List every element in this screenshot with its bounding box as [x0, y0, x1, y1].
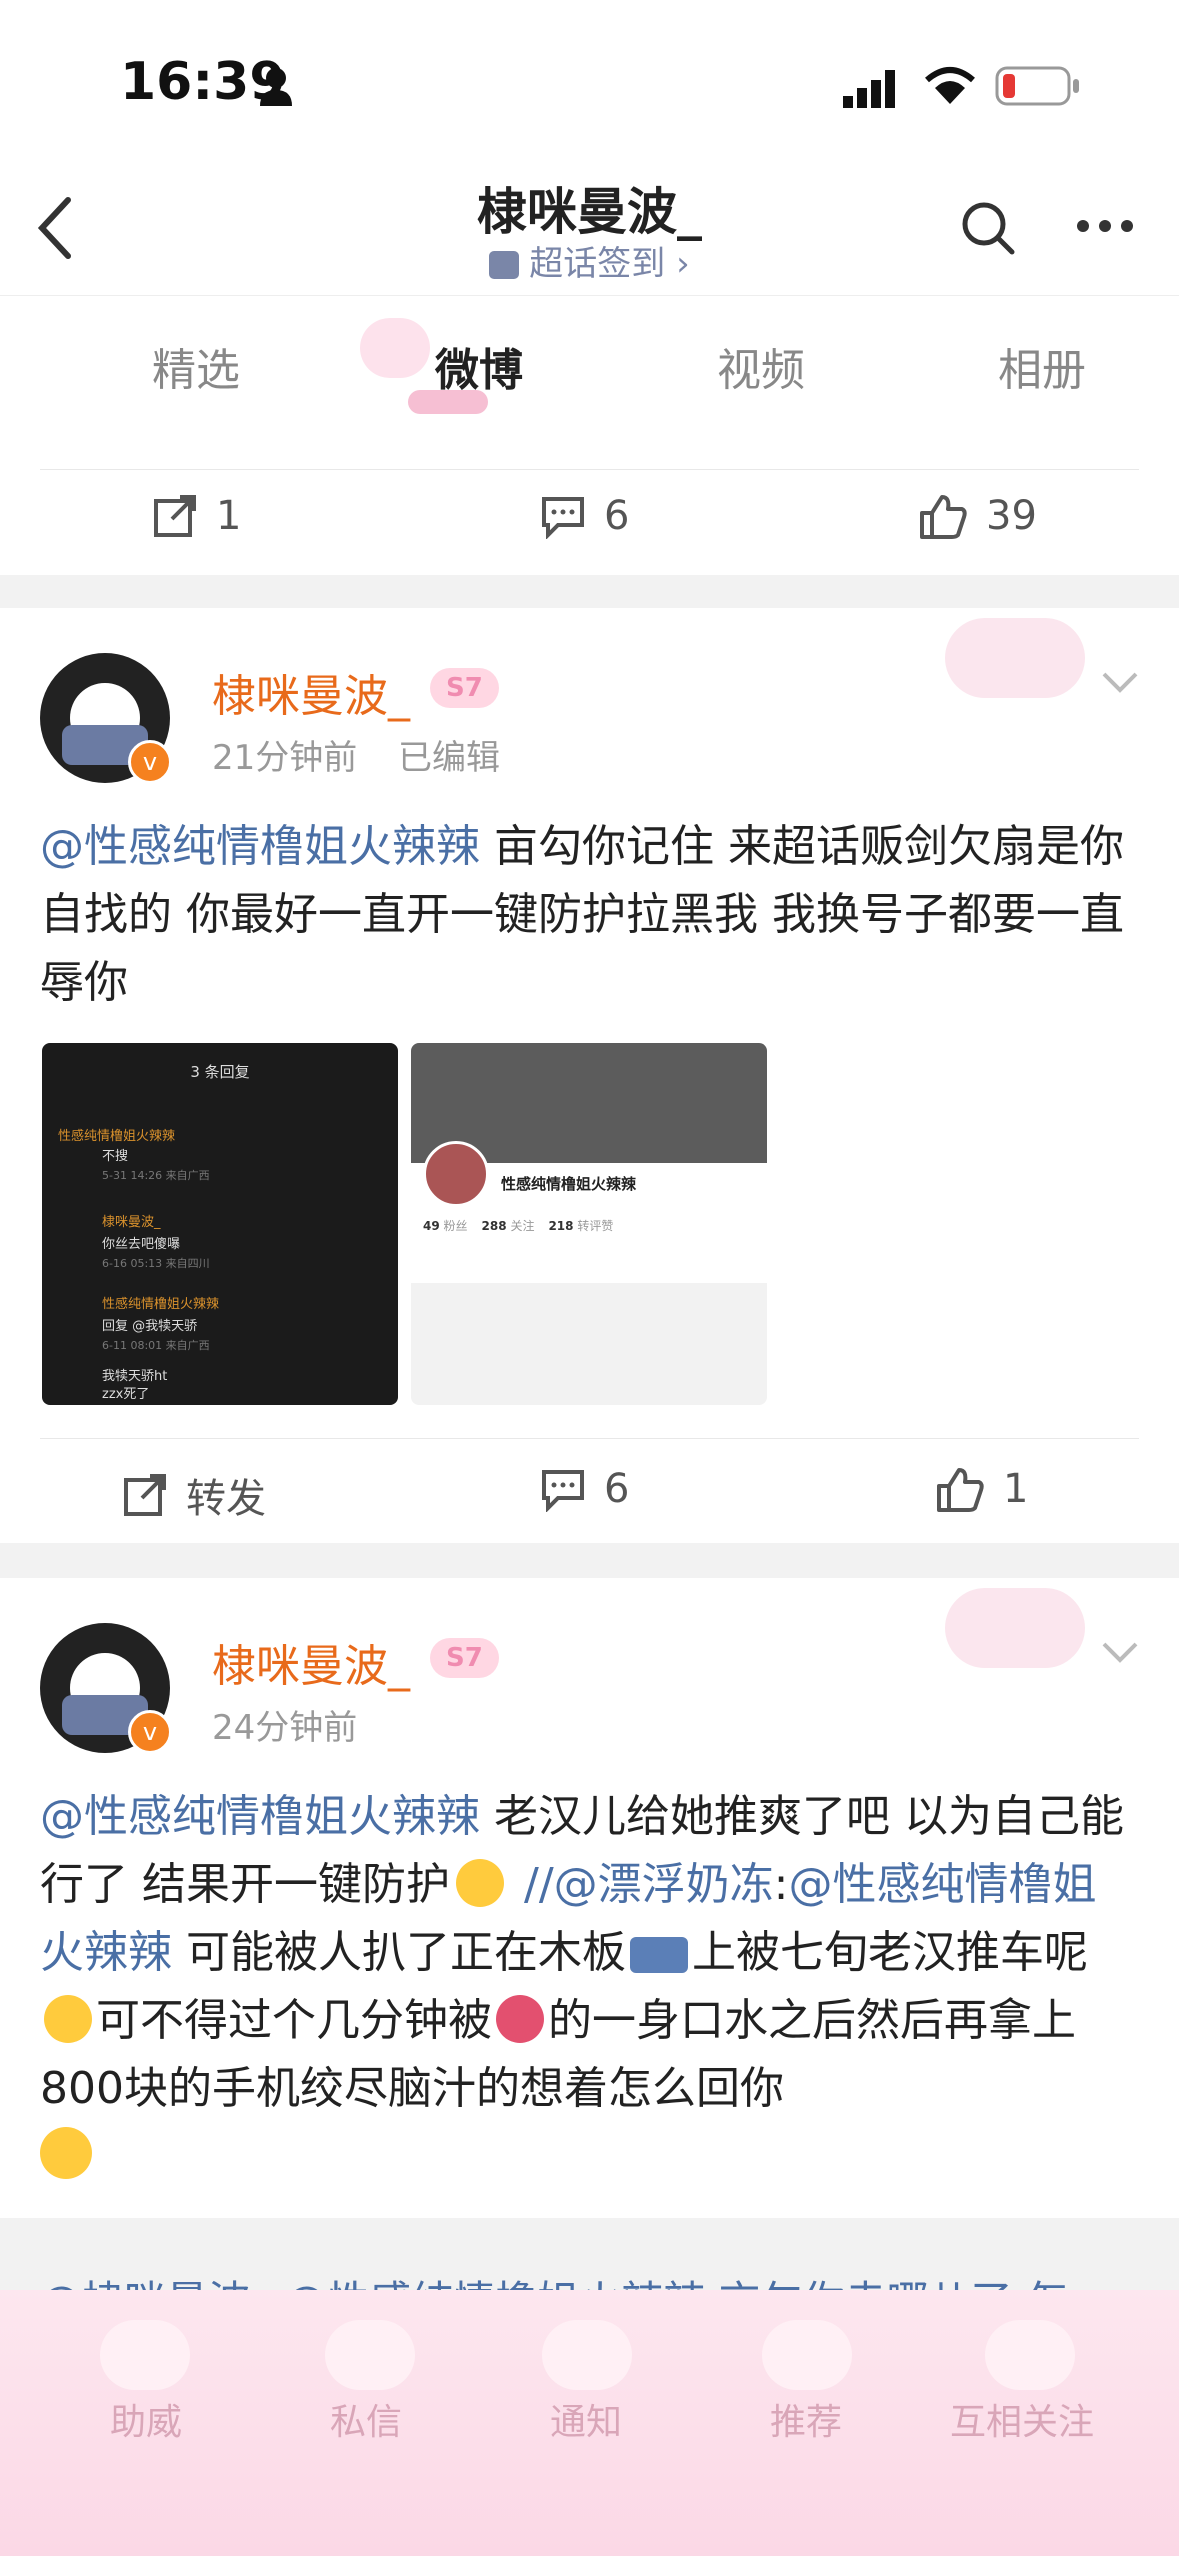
post-text: @性感纯情橹姐火辣辣 亩勾你记住 来超话贩剑欠扇是你自找的 你最好一直开一键防护… — [40, 813, 1140, 1017]
thumbs-up-icon — [937, 1468, 984, 1512]
reply-name: 我犊天骄ht — [102, 1369, 168, 1384]
comment-icon — [542, 1470, 584, 1512]
profile-stat: 49 粉丝 — [423, 1217, 468, 1234]
bunny-icon — [100, 2320, 190, 2390]
bottom-tab-recommend[interactable]: 推荐 — [770, 2393, 842, 2445]
level-badge: S7 — [430, 668, 499, 708]
grin-emoji-icon — [40, 2127, 92, 2179]
post-body: 上被七旬老汉推车呢 — [692, 1927, 1088, 1978]
battery-icon — [995, 66, 1079, 106]
post-time: 21分钟前 — [212, 738, 358, 778]
like-count: 1 — [1003, 1466, 1029, 1512]
stat-label: 粉丝 — [443, 1219, 468, 1233]
bunny-icon — [985, 2320, 1075, 2390]
more-icon[interactable] — [1075, 218, 1135, 234]
share-icon — [124, 1474, 166, 1516]
bear-sticker-icon — [945, 618, 1085, 698]
bed-emoji-icon — [630, 1937, 688, 1973]
reply-name: 性感纯情橹姐火辣辣 — [58, 1129, 176, 1144]
tab-album[interactable]: 相册 — [998, 334, 1086, 398]
search-icon[interactable] — [960, 200, 1016, 256]
like-count: 39 — [986, 493, 1037, 539]
verified-badge-icon: v — [128, 1710, 172, 1754]
like-button[interactable]: 1 — [935, 1466, 1028, 1512]
post-card: v 棣咪曼波_ S7 21分钟前 已编辑 @性感纯情橹姐火辣辣 亩勾你记住 来超… — [0, 608, 1179, 1543]
post-body: 可不得过个几分钟被 — [96, 1995, 492, 2046]
bottom-tab-messages[interactable]: 私信 — [330, 2393, 402, 2445]
comment-button[interactable]: 6 — [540, 1466, 629, 1512]
bottom-tab-notifications[interactable]: 通知 — [550, 2393, 622, 2445]
reply-text: 回复 @我犊天骄 — [102, 1319, 198, 1334]
thumbs-up-icon — [920, 495, 967, 539]
tab-featured[interactable]: 精选 — [152, 334, 240, 398]
post-card: v 棣咪曼波_ S7 24分钟前 @性感纯情橹姐火辣辣 老汉儿给她推爽了吧 以为… — [0, 1578, 1179, 2218]
username[interactable]: 棣咪曼波_ — [212, 1630, 410, 1694]
reply-meta: 6-16 05:13 来自四川 — [102, 1257, 210, 1270]
comment-button[interactable]: 6 — [540, 493, 629, 539]
share-icon — [154, 495, 196, 537]
username[interactable]: 棣咪曼波_ — [212, 660, 410, 724]
previous-post-footer: 1 6 39 — [0, 425, 1179, 575]
bunny-icon — [542, 2320, 632, 2390]
reply-name: 棣咪曼波_ — [102, 1215, 161, 1230]
person-icon — [260, 68, 292, 106]
post-time: 24分钟前 — [212, 1708, 358, 1748]
bottom-tab-cheer[interactable]: 助威 — [110, 2393, 182, 2445]
chevron-down-icon[interactable] — [1100, 1640, 1140, 1666]
status-bar: 16:39 — [0, 0, 1179, 160]
signal-icon — [843, 70, 895, 108]
post-text: @性感纯情橹姐火辣辣 老汉儿给她推爽了吧 以为自己能行了 结果开一键防护 //@… — [40, 1783, 1140, 2191]
tab-weibo[interactable]: 微博 — [435, 334, 523, 398]
level-badge: S7 — [430, 1638, 499, 1678]
comment-icon — [542, 497, 584, 539]
bottom-tab-mutual-follow[interactable]: 互相关注 — [950, 2393, 1094, 2445]
bow-decoration-icon — [408, 390, 488, 414]
screenshot-image-profile[interactable]: 性感纯情橹姐火辣辣 49 粉丝 288 关注 218 转评赞 — [411, 1043, 767, 1405]
verified-badge-icon: v — [128, 740, 172, 784]
post-body: 可能被人扒了正在木板 — [172, 1927, 626, 1978]
stat-num: 49 — [423, 1219, 440, 1233]
reply-text: 不搜 — [102, 1149, 129, 1164]
repost-button[interactable]: 1 — [152, 493, 241, 539]
mention-link[interactable]: @性感纯情橹姐火辣辣 — [40, 1791, 480, 1842]
repost-label: 转发 — [186, 1476, 266, 1522]
bear-sticker-icon — [945, 1588, 1085, 1668]
stat-label: 关注 — [510, 1219, 535, 1233]
wifi-icon — [925, 67, 975, 104]
profile-stat: 218 转评赞 — [548, 1217, 613, 1234]
comment-count: 6 — [604, 493, 630, 539]
screenshot-image-replies[interactable]: 3 条回复 性感纯情橹姐火辣辣 不搜 5-31 14:26 来自广西 棣咪曼波_… — [42, 1043, 398, 1405]
stat-num: 218 — [548, 1219, 574, 1233]
bunny-tab-decoration-icon — [360, 318, 430, 378]
mention-link[interactable]: @性感纯情橹姐火辣辣 — [40, 821, 480, 872]
calendar-check-icon — [489, 251, 520, 279]
tab-video[interactable]: 视频 — [717, 334, 805, 398]
edited-label: 已编辑 — [398, 738, 500, 778]
colon: : — [773, 1859, 789, 1910]
reply-meta: 5-31 14:26 来自广西 — [102, 1169, 210, 1182]
reply-name: 性感纯情橹姐火辣辣 — [102, 1297, 220, 1312]
tongue-emoji-icon — [496, 1995, 544, 2043]
checkin-label: 超话签到 › — [529, 244, 690, 284]
like-button[interactable]: 39 — [918, 493, 1037, 539]
replies-header: 3 条回复 — [190, 1063, 250, 1081]
comment-count: 6 — [604, 1466, 630, 1512]
stat-label: 转评赞 — [577, 1219, 614, 1233]
repost-count: 1 — [216, 493, 242, 539]
bunny-icon — [325, 2320, 415, 2390]
chevron-down-icon[interactable] — [1100, 670, 1140, 696]
repost-chain-mention[interactable]: //@漂浮奶冻 — [524, 1859, 774, 1910]
reply-text: zzx死了 — [102, 1387, 150, 1402]
profile-name: 性感纯情橹姐火辣辣 — [501, 1175, 637, 1193]
shrug-emoji-icon — [456, 1859, 504, 1907]
profile-stat: 288 关注 — [482, 1217, 535, 1234]
repost-button[interactable]: 转发 — [122, 1466, 266, 1524]
bunny-icon — [762, 2320, 852, 2390]
profile-tabs: 精选 微博 视频 相册 — [0, 295, 1179, 426]
reply-meta: 6-11 08:01 来自广西 — [102, 1339, 210, 1352]
reply-text: 你丝去吧傻嚗 — [102, 1237, 181, 1252]
grin-emoji-icon — [44, 1995, 92, 2043]
stat-num: 288 — [481, 1219, 507, 1233]
